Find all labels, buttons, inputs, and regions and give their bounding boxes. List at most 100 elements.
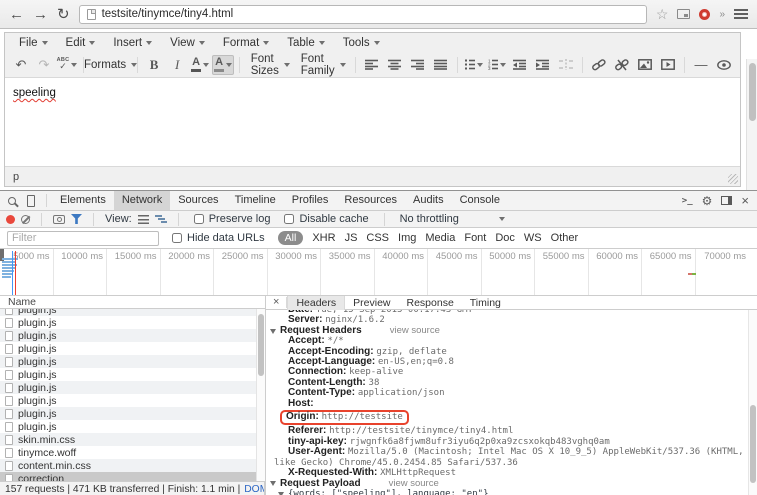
scrollbar-thumb[interactable] [749, 63, 756, 121]
details-scrollbar[interactable] [748, 310, 757, 495]
filter-type-js[interactable]: JS [345, 232, 358, 244]
font-family-dropdown[interactable]: Font Family [296, 55, 350, 75]
request-row[interactable]: plugin.js [0, 329, 256, 342]
throttling-dropdown[interactable]: No throttling [396, 213, 509, 225]
cast-icon[interactable] [677, 9, 690, 19]
back-arrow-icon[interactable]: ← [9, 7, 24, 22]
undo-button[interactable]: ↶ [10, 55, 32, 75]
domcontentloaded-link[interactable]: DOMContentLo… [244, 484, 265, 495]
tab-resources[interactable]: Resources [336, 191, 405, 210]
align-right-button[interactable] [407, 55, 429, 75]
record-network-icon[interactable] [6, 215, 15, 224]
request-row[interactable]: plugin.js [0, 420, 256, 433]
overflow-chevron-icon[interactable]: » [719, 9, 725, 20]
menu-file[interactable]: File [10, 35, 57, 51]
request-headers-section[interactable]: Request Headersview source [266, 326, 748, 336]
view-source-link[interactable]: view source [390, 326, 440, 336]
font-sizes-dropdown[interactable]: Font Sizes [245, 55, 295, 75]
preview-button[interactable] [713, 55, 735, 75]
element-path[interactable]: p [13, 171, 19, 183]
forward-arrow-icon[interactable]: → [33, 7, 48, 22]
formats-dropdown[interactable]: Formats [89, 55, 132, 75]
request-row[interactable]: plugin.js [0, 368, 256, 381]
filter-type-all[interactable]: All [278, 231, 304, 245]
redo-button[interactable]: ↷ [33, 55, 55, 75]
tab-sources[interactable]: Sources [170, 191, 226, 210]
checkbox-icon[interactable] [172, 233, 182, 243]
menu-table[interactable]: Table [278, 35, 334, 51]
unlink-button[interactable] [611, 55, 633, 75]
screenshot-capture-icon[interactable] [53, 215, 65, 224]
scrollbar-thumb[interactable] [258, 314, 264, 376]
request-row-selected[interactable]: correction [0, 472, 256, 481]
search-icon[interactable] [8, 197, 16, 205]
bullet-list-button[interactable] [463, 55, 485, 75]
filter-type-img[interactable]: Img [398, 232, 416, 244]
filter-type-ws[interactable]: WS [524, 232, 542, 244]
pagebreak-button[interactable] [555, 55, 577, 75]
checkbox-icon[interactable] [194, 214, 204, 224]
tab-timing[interactable]: Timing [462, 296, 509, 310]
address-bar[interactable]: testsite/tinymce/tiny4.html [79, 5, 647, 24]
request-row[interactable]: plugin.js [0, 355, 256, 368]
italic-button[interactable]: I [166, 55, 188, 75]
clear-icon[interactable] [21, 215, 30, 224]
indent-button[interactable] [532, 55, 554, 75]
request-payload-section[interactable]: Request Payloadview source [266, 479, 748, 489]
outdent-button[interactable] [509, 55, 531, 75]
view-source-link[interactable]: view source [389, 479, 439, 489]
tab-audits[interactable]: Audits [405, 191, 452, 210]
column-header-name[interactable]: Name [0, 296, 265, 309]
close-icon[interactable]: × [741, 194, 749, 207]
checkbox-icon[interactable] [284, 214, 294, 224]
menu-view[interactable]: View [161, 35, 214, 51]
tab-headers[interactable]: Headers [287, 296, 345, 310]
request-row[interactable]: content.min.css [0, 459, 256, 472]
menu-tools[interactable]: Tools [334, 35, 389, 51]
editor-content[interactable]: speeling [5, 78, 740, 166]
disable-cache-checkbox[interactable]: Disable cache [280, 213, 372, 225]
text-color-button[interactable]: A [189, 55, 211, 75]
spellcheck-button[interactable]: ABC ✓ [56, 55, 78, 75]
numbered-list-button[interactable]: 123 [486, 55, 508, 75]
list-view-icon[interactable] [138, 215, 149, 224]
preserve-log-checkbox[interactable]: Preserve log [190, 213, 275, 225]
image-button[interactable] [634, 55, 656, 75]
request-row[interactable]: plugin.js [0, 309, 256, 316]
filter-type-css[interactable]: CSS [366, 232, 389, 244]
horizontal-rule-button[interactable]: — [690, 55, 712, 75]
resize-grip-icon[interactable] [728, 174, 738, 184]
tab-network[interactable]: Network [114, 191, 170, 210]
bookmark-star-icon[interactable]: ☆ [656, 6, 669, 23]
console-drawer-icon[interactable]: >_ [682, 196, 693, 206]
filter-type-other[interactable]: Other [551, 232, 579, 244]
request-row[interactable]: plugin.js [0, 342, 256, 355]
menu-format[interactable]: Format [214, 35, 278, 51]
request-row[interactable]: skin.min.css [0, 433, 256, 446]
filter-type-doc[interactable]: Doc [495, 232, 515, 244]
request-row[interactable]: plugin.js [0, 316, 256, 329]
misspelled-word[interactable]: speeling [13, 87, 56, 99]
tab-profiles[interactable]: Profiles [284, 191, 337, 210]
menu-edit[interactable]: Edit [57, 35, 105, 51]
filter-type-xhr[interactable]: XHR [312, 232, 335, 244]
filter-type-font[interactable]: Font [464, 232, 486, 244]
tab-console[interactable]: Console [452, 191, 508, 210]
payload-preview[interactable]: {words: ["speeling"], language: "en"} [266, 489, 748, 495]
record-icon[interactable] [699, 9, 710, 20]
tab-response[interactable]: Response [399, 296, 462, 310]
waterfall-view-icon[interactable] [155, 214, 167, 224]
filter-type-media[interactable]: Media [425, 232, 455, 244]
background-color-button[interactable]: A [212, 55, 234, 75]
request-row[interactable]: plugin.js [0, 394, 256, 407]
hide-data-urls-checkbox[interactable]: Hide data URLs [168, 232, 269, 244]
tab-preview[interactable]: Preview [345, 296, 398, 310]
requests-scrollbar[interactable] [256, 309, 265, 481]
request-row[interactable]: tinymce.woff [0, 446, 256, 459]
request-row[interactable]: plugin.js [0, 381, 256, 394]
url-text[interactable]: testsite/tinymce/tiny4.html [102, 8, 234, 20]
align-left-button[interactable] [361, 55, 383, 75]
close-details-icon[interactable]: × [266, 297, 287, 308]
menu-insert[interactable]: Insert [104, 35, 161, 51]
media-button[interactable] [657, 55, 679, 75]
